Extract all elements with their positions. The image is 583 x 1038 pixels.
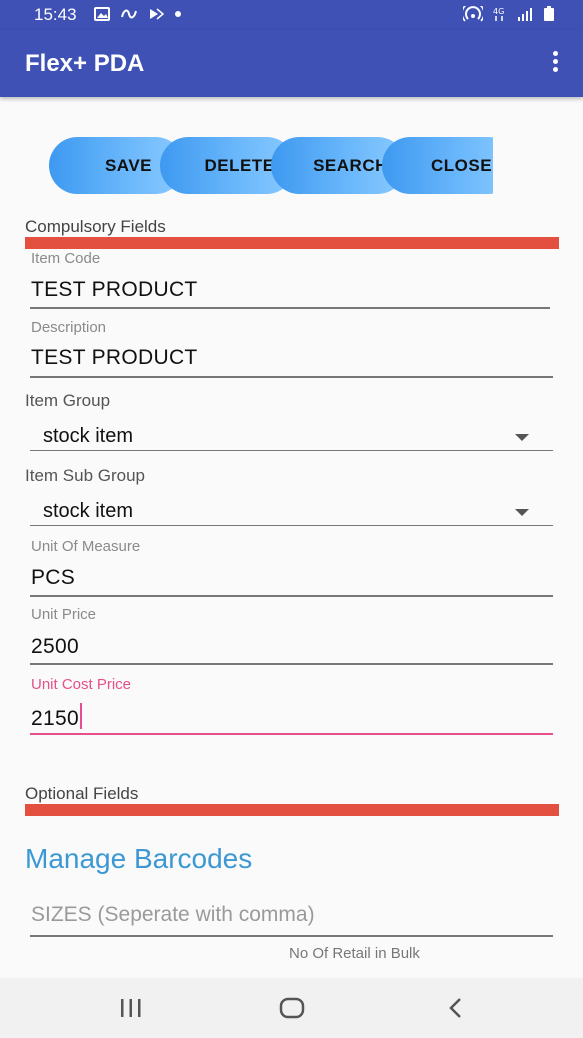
item-sub-group-value: stock item [43,500,134,522]
close-button-label: CLOSE [430,155,493,175]
link-icon [121,9,137,19]
svg-text:4G: 4G [493,7,504,16]
system-nav-bar [0,978,583,1038]
unit-of-measure-underline [30,595,553,597]
unit-price-label: Unit Price [31,606,97,623]
status-bar: 15:43 4G [0,0,583,30]
manage-barcodes-link[interactable]: Manage Barcodes [25,843,252,875]
close-button[interactable]: CLOSE [382,137,493,194]
chevron-down-icon [515,434,529,441]
home-icon[interactable] [277,996,307,1020]
chevron-down-icon [515,509,529,516]
signal-4g-icon: 4G [493,7,504,21]
gallery-icon [94,7,110,21]
search-button-label: SEARCH [313,155,388,175]
save-button-label: SAVE [104,155,153,175]
back-icon[interactable] [441,996,471,1020]
item-group-label: Item Group [25,391,111,410]
action-toolbar: SAVE DELETE SEARCH CLOSE [49,137,493,194]
more-vert-icon[interactable] [549,51,561,77]
sizes-placeholder: SIZES (Seperate with comma) [31,903,315,926]
item-sub-group-label: Item Sub Group [25,466,146,485]
unit-of-measure-value[interactable]: PCS [31,566,75,590]
item-code-label: Item Code [31,250,101,267]
signal-bars-icon [518,8,532,21]
battery-icon [544,6,554,21]
app-title: Flex+ PDA [25,50,145,77]
description-label: Description [31,319,107,336]
item-group-underline [30,450,553,451]
item-code-underline [30,307,550,309]
optional-fields-title: Optional Fields [25,784,139,803]
recents-icon[interactable] [116,996,146,1020]
optional-divider [25,804,559,816]
compulsory-divider [25,237,559,249]
delete-button-label: DELETE [204,155,275,175]
dot-icon [175,11,181,17]
description-underline [30,376,553,378]
description-value[interactable]: TEST PRODUCT [31,346,198,370]
retail-in-bulk-label: No Of Retail in Bulk [289,945,420,962]
item-code-value[interactable]: TEST PRODUCT [31,278,198,302]
item-group-value: stock item [43,425,134,447]
unit-of-measure-label: Unit Of Measure [31,538,141,555]
play-icon [150,8,164,20]
item-sub-group-underline [30,525,553,526]
unit-cost-price-underline [30,733,553,735]
sizes-underline [30,935,553,937]
unit-cost-price-value: 2150 [31,707,79,730]
unit-price-value[interactable]: 2500 [31,635,79,659]
unit-cost-price-label: Unit Cost Price [31,676,132,693]
unit-price-underline [30,663,553,665]
compulsory-fields-title: Compulsory Fields [25,217,166,236]
unit-cost-price-input[interactable]: 2150 [31,703,82,731]
hotspot-icon [463,6,483,22]
status-time: 15:43 [34,5,77,24]
text-cursor [79,703,82,729]
app-bar: Flex+ PDA [0,30,583,97]
